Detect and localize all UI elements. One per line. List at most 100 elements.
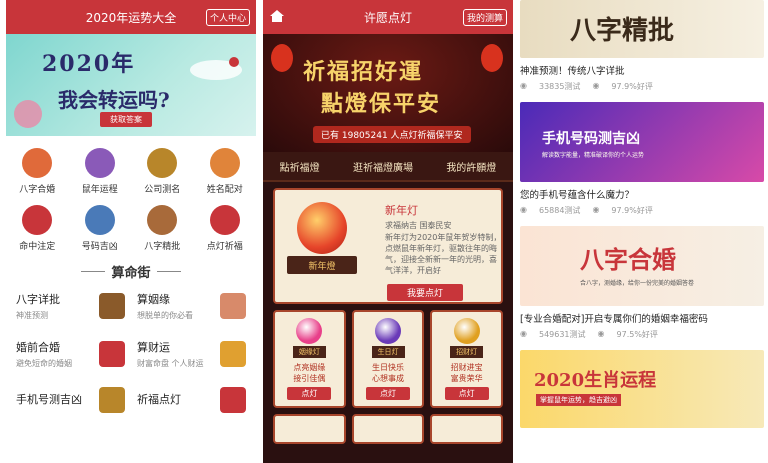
lamp-card: 生日灯 生日快乐 心想事成 点灯 xyxy=(351,310,425,408)
lamp-card: 招财灯 招财进宝 富贵荣华 点灯 xyxy=(430,310,504,408)
lamp-line2: 心想事成 xyxy=(372,374,404,383)
eye-icon: ◉ xyxy=(520,329,527,338)
grid-item[interactable]: 号码吉凶 xyxy=(69,205,132,252)
grid-item-label: 姓名配对 xyxy=(206,185,243,195)
fortune-list: 八字详批神准预测 算姻缘想脱单的你必看婚前合婚 避免短命的婚姻 算财运 财富命盘 个人财… xyxy=(6,281,256,423)
rating: 97.9%好评 xyxy=(611,82,653,91)
grid-item[interactable]: 点灯祈福 xyxy=(194,205,257,252)
lamp-tabs: 點祈福燈 逛祈福燈廣場 我的許願燈 xyxy=(263,152,513,182)
list-item[interactable]: 八字详批 神准预测 xyxy=(10,291,131,321)
divider xyxy=(81,271,106,272)
list-item-text: 算财运 财富命盘 个人财运 xyxy=(137,339,204,369)
list-item-title: 八字详批 xyxy=(16,293,60,306)
grid-item[interactable]: 姓名配对 xyxy=(194,148,257,195)
banner-line2: 點燈保平安 xyxy=(321,91,442,117)
light-button[interactable]: 点灯 xyxy=(366,387,410,400)
list-item-text: 算姻缘想脱单的你必看 xyxy=(137,291,193,321)
participant-count: 已有 19805241 人点灯祈福保平安 xyxy=(313,126,471,143)
eye-icon: ◉ xyxy=(520,205,527,214)
lamp-image xyxy=(375,318,401,344)
ad-title: [专业合婚配对]开启专属你们的婚姻幸福密码 xyxy=(520,314,708,325)
new-year-lamp-image xyxy=(297,202,347,254)
tab-light-lamp[interactable]: 點祈福燈 xyxy=(280,159,320,174)
grid-item-label: 八字精批 xyxy=(144,242,181,252)
fortune-home-panel: 2020年运势大全 个人中心 2020年 我会转运吗? 获取答案 八字合婚 鼠年运… xyxy=(6,0,256,463)
personal-center-button[interactable]: 个人中心 xyxy=(205,9,250,26)
ads-panel: 八字精批 神准预测！传统八字详批 ◉ 33835测试 ◉ 97.9%好评 手机号码测吉… xyxy=(520,0,764,463)
tab-lamp-plaza[interactable]: 逛祈福燈廣場 xyxy=(353,159,413,174)
lamp-card-partial[interactable] xyxy=(430,414,504,444)
ad-banner-text: 手机号码测吉凶 xyxy=(542,131,640,147)
my-tests-button[interactable]: 我的测算 xyxy=(462,9,507,26)
list-item-image xyxy=(99,293,125,319)
couple-icon xyxy=(209,148,240,178)
thumb-icon: ◉ xyxy=(597,329,605,338)
ad-meta: ◉ 549631测试 ◉ 97.5%好评 xyxy=(520,329,764,340)
ad-item[interactable]: 2020生肖运程 掌握鼠年运势，趋吉避凶 xyxy=(520,350,764,428)
lamp-subtitle: 求福纳吉 国泰民安 xyxy=(385,221,452,230)
scroll-icon xyxy=(147,205,178,235)
lamp-card: 姻缘灯 点亮姻缘 接引佳偶 点灯 xyxy=(273,310,346,408)
list-item-title: 算姻缘 xyxy=(137,293,170,306)
section-title: 算命街 xyxy=(111,266,151,281)
ad-item[interactable]: 八字精批 神准预测！传统八字详批 ◉ 33835测试 ◉ 97.9%好评 xyxy=(520,0,764,92)
lotus-icon xyxy=(14,100,42,128)
list-item[interactable]: 手机号测吉凶 xyxy=(10,387,131,413)
test-count: 33835测试 xyxy=(538,82,581,91)
ad-title: 神准预测！传统八字详批 xyxy=(520,66,625,77)
list-item-sub: 避免短命的婚姻 xyxy=(16,359,72,368)
home-icon[interactable] xyxy=(269,8,285,24)
header-bar: 许愿点灯 我的测算 xyxy=(263,0,513,34)
moon-icon xyxy=(84,148,115,178)
tab-my-lamps[interactable]: 我的許願燈 xyxy=(446,159,496,174)
list-item-sub: 神准预测 xyxy=(16,311,48,320)
list-item-image xyxy=(99,387,125,413)
grid-item[interactable]: 公司测名 xyxy=(131,148,194,195)
lantern-icon xyxy=(481,44,503,72)
lamp-card-partial[interactable] xyxy=(351,414,425,444)
lamp-line2: 富贵荣华 xyxy=(450,374,483,383)
light-button[interactable]: 点灯 xyxy=(444,387,489,400)
grid-item[interactable]: 八字合婚 xyxy=(6,148,69,195)
page-title: 许愿点灯 xyxy=(363,10,412,25)
list-item[interactable]: 算财运 财富命盘 个人财运 xyxy=(131,339,252,369)
ad-banner: 手机号码测吉凶 解读数字能量，精准破译你的个人运势 xyxy=(520,102,764,182)
grid-item[interactable]: 鼠年运程 xyxy=(69,148,132,195)
list-item[interactable]: 婚前合婚 避免短命的婚姻 xyxy=(10,339,131,369)
list-item-sub: 想脱单的你必看 xyxy=(137,311,193,320)
ad-meta: ◉ 65884测试 ◉ 97.9%好评 xyxy=(520,205,764,216)
grid-item[interactable]: 命中注定 xyxy=(6,205,69,252)
featured-lamp-card: 新年燈 新年灯 求福纳吉 国泰民安 新年灯为2020年鼠年贺岁特制，点燃鼠年新年… xyxy=(273,188,503,304)
page-title: 2020年运势大全 xyxy=(85,10,177,25)
list-item-text: 八字详批 神准预测 xyxy=(16,291,60,321)
lamp-panel: 许愿点灯 我的测算 祈福招好運 點燈保平安 已有 19805241 人点灯祈福保… xyxy=(263,0,513,463)
fortune-banner[interactable]: 2020年 我会转运吗? 获取答案 xyxy=(6,34,256,136)
crane-icon xyxy=(190,57,242,80)
person-icon xyxy=(22,205,53,235)
list-item[interactable]: 算姻缘想脱单的你必看 xyxy=(131,291,252,321)
ad-item[interactable]: 手机号码测吉凶 解读数字能量，精准破译你的个人运势 您的手机号蕴含什么魔力？ ◉… xyxy=(520,102,764,216)
lamp-options: 姻缘灯 点亮姻缘 接引佳偶 点灯 生日灯 生日快乐 心想事成 点灯 招财灯 招财进宝 富贵荣华 点灯 xyxy=(273,310,504,408)
light-lamp-button[interactable]: 我要点灯 xyxy=(387,284,464,301)
divider xyxy=(156,271,181,272)
light-button[interactable]: 点灯 xyxy=(287,387,332,400)
grid-item[interactable]: 八字精批 xyxy=(131,205,194,252)
test-count: 549631测试 xyxy=(538,330,586,339)
ad-banner: 八字合婚 合八字，测婚缘，给你一份完美的婚姻答卷 xyxy=(520,226,764,306)
get-answer-button[interactable]: 获取答案 xyxy=(100,112,152,127)
lamp-card-partial[interactable] xyxy=(273,414,346,444)
ad-item[interactable]: 八字合婚 合八字，测婚缘，给你一份完美的婚姻答卷 [专业合婚配对]开启专属你们的… xyxy=(520,226,764,340)
list-item-sub: 财富命盘 个人财运 xyxy=(137,359,204,368)
lamp-line1: 生日快乐 xyxy=(372,363,404,372)
grid-item-label: 命中注定 xyxy=(19,242,56,252)
ad-meta: ◉ 33835测试 ◉ 97.9%好评 xyxy=(520,81,764,92)
eye-icon: ◉ xyxy=(520,81,527,90)
list-item-title: 祈福点灯 xyxy=(137,392,181,406)
lamp-banner: 祈福招好運 點燈保平安 已有 19805241 人点灯祈福保平安 xyxy=(263,34,513,152)
test-count: 65884测试 xyxy=(538,206,581,215)
section-header: 算命街 xyxy=(6,262,256,281)
list-item[interactable]: 祈福点灯 xyxy=(131,387,252,413)
rating: 97.5%好评 xyxy=(616,330,658,339)
ad-banner-sub: 掌握鼠年运势，趋吉避凶 xyxy=(536,394,621,406)
list-item-text: 手机号测吉凶 xyxy=(16,391,82,410)
